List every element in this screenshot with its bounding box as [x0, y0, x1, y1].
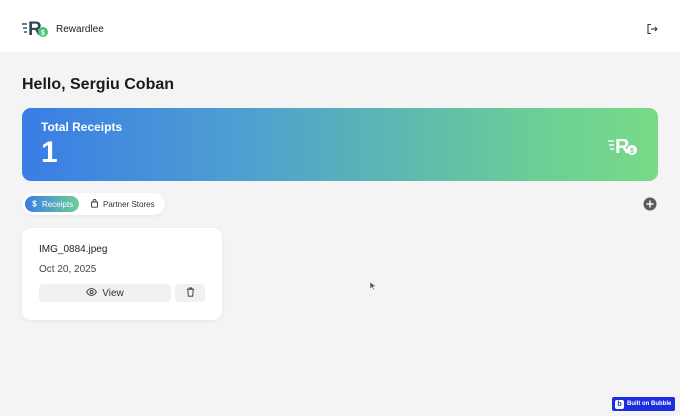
total-receipts-title: Total Receipts [41, 120, 123, 134]
svg-text:$: $ [41, 30, 45, 37]
receipt-date: Oct 20, 2025 [39, 264, 97, 275]
dollar-icon: $ [31, 199, 38, 210]
tab-partner-stores[interactable]: Partner Stores [90, 196, 162, 212]
svg-text:R: R [615, 136, 630, 158]
total-receipts-banner: Total Receipts 1 R $ [22, 108, 658, 181]
built-on-bubble-badge[interactable]: b Built on Bubble [612, 397, 675, 411]
rewardlee-logo-icon: R $ [22, 16, 52, 40]
eye-icon [86, 287, 98, 299]
tab-receipts[interactable]: $ Receipts [25, 196, 79, 212]
brand[interactable]: R $ Rewardlee [22, 16, 104, 40]
top-header: R $ Rewardlee [0, 0, 680, 52]
bubble-logo-icon: b [615, 399, 624, 409]
add-receipt-button[interactable] [643, 197, 657, 211]
built-on-bubble-label: Built on Bubble [627, 401, 672, 407]
svg-text:$: $ [630, 148, 634, 155]
total-receipts-count: 1 [41, 136, 58, 169]
svg-text:$: $ [32, 199, 37, 208]
tab-receipts-label: Receipts [41, 199, 74, 209]
rewardlee-logo-icon: R $ [608, 132, 640, 158]
trash-icon [186, 284, 195, 302]
receipt-card: IMG_0884.jpeg Oct 20, 2025 View [22, 228, 222, 320]
logout-icon[interactable] [646, 22, 658, 35]
plus-circle-icon [643, 197, 657, 211]
view-receipt-button[interactable]: View [39, 284, 171, 302]
greeting-heading: Hello, Sergiu Coban [22, 76, 175, 93]
receipt-file-name: IMG_0884.jpeg [39, 244, 108, 255]
mouse-pointer-icon [369, 278, 377, 291]
delete-receipt-button[interactable] [175, 284, 205, 302]
view-receipt-label: View [102, 287, 124, 299]
brand-name: Rewardlee [56, 23, 104, 35]
tab-partner-stores-label: Partner Stores [103, 199, 155, 209]
shopping-bag-icon [90, 198, 99, 210]
view-tabs: $ Receipts Partner Stores [22, 193, 165, 215]
